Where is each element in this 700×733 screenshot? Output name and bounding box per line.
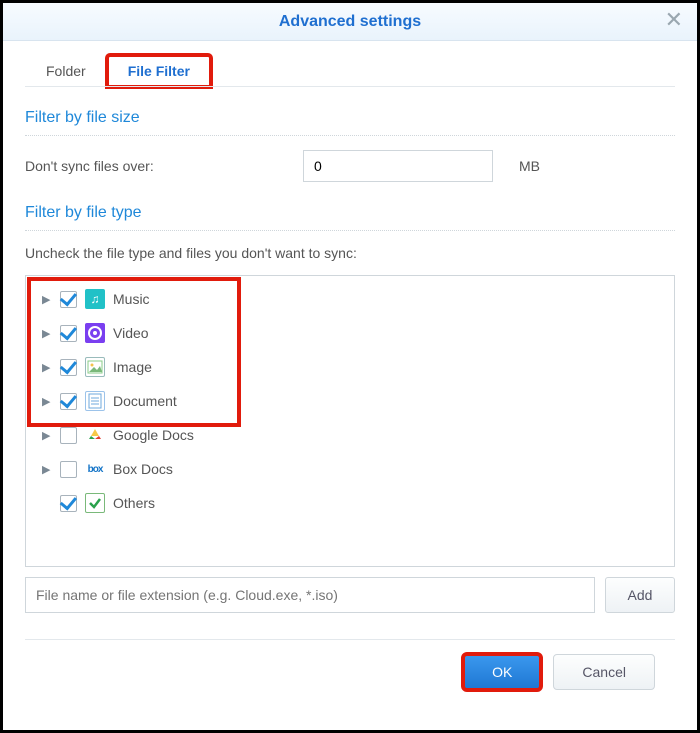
- title-bar: Advanced settings ✕: [3, 3, 697, 41]
- expand-icon[interactable]: ▶: [42, 463, 52, 476]
- box-icon: box: [85, 459, 105, 479]
- doc-icon: [85, 391, 105, 411]
- cancel-button[interactable]: Cancel: [553, 654, 655, 690]
- divider: [25, 230, 675, 231]
- checkbox[interactable]: [60, 461, 77, 478]
- expand-icon[interactable]: ▶: [42, 395, 52, 408]
- tree-item-gdoc: ▶ Google Docs: [32, 418, 668, 452]
- other-icon: [85, 493, 105, 513]
- checkbox[interactable]: [60, 495, 77, 512]
- section-title-size: Filter by file size: [25, 87, 675, 131]
- tree-item-label: Music: [113, 291, 150, 307]
- file-type-tree: ▶ ♫ Music ▶ Video ▶ Image ▶ Document ▶ Google Docs…: [25, 275, 675, 567]
- advanced-settings-dialog: Advanced settings ✕ Folder File Filter F…: [3, 3, 697, 730]
- tree-item-box: ▶ box Box Docs: [32, 452, 668, 486]
- expand-icon[interactable]: ▶: [42, 327, 52, 340]
- tree-item-video: ▶ Video: [32, 316, 668, 350]
- tab-bar: Folder File Filter: [25, 55, 675, 87]
- size-unit: MB: [519, 158, 540, 174]
- size-row: Don't sync files over: MB: [25, 150, 675, 182]
- checkbox[interactable]: [60, 291, 77, 308]
- tree-item-label: Others: [113, 495, 155, 511]
- tree-item-label: Image: [113, 359, 152, 375]
- tree-item-label: Document: [113, 393, 177, 409]
- tab-folder[interactable]: Folder: [25, 55, 107, 87]
- dialog-body: Folder File Filter Filter by file size D…: [3, 41, 697, 730]
- size-input[interactable]: [303, 150, 493, 182]
- tree-item-music: ▶ ♫ Music: [32, 282, 668, 316]
- extension-input[interactable]: [25, 577, 595, 613]
- expand-icon[interactable]: ▶: [42, 361, 52, 374]
- dialog-footer: OK Cancel: [25, 639, 675, 706]
- checkbox[interactable]: [60, 359, 77, 376]
- divider: [25, 135, 675, 136]
- tree-item-label: Box Docs: [113, 461, 173, 477]
- image-icon: [85, 357, 105, 377]
- type-hint: Uncheck the file type and files you don'…: [25, 245, 675, 261]
- video-icon: [85, 323, 105, 343]
- dialog-title: Advanced settings: [279, 13, 421, 31]
- music-icon: ♫: [85, 289, 105, 309]
- close-icon[interactable]: ✕: [665, 9, 683, 31]
- tree-item-image: ▶ Image: [32, 350, 668, 384]
- expand-icon[interactable]: ▶: [42, 429, 52, 442]
- add-button[interactable]: Add: [605, 577, 675, 613]
- gdoc-icon: [85, 425, 105, 445]
- tree-item-label: Video: [113, 325, 149, 341]
- checkbox[interactable]: [60, 427, 77, 444]
- checkbox[interactable]: [60, 393, 77, 410]
- tree-item-doc: ▶ Document: [32, 384, 668, 418]
- size-label: Don't sync files over:: [25, 158, 285, 174]
- add-extension-row: Add: [25, 577, 675, 613]
- checkbox[interactable]: [60, 325, 77, 342]
- tree-item-other: ▶Others: [32, 486, 668, 520]
- ok-button[interactable]: OK: [463, 654, 541, 690]
- section-title-type: Filter by file type: [25, 182, 675, 226]
- tab-file-filter[interactable]: File Filter: [107, 55, 211, 87]
- tree-item-label: Google Docs: [113, 427, 194, 443]
- expand-icon[interactable]: ▶: [42, 293, 52, 306]
